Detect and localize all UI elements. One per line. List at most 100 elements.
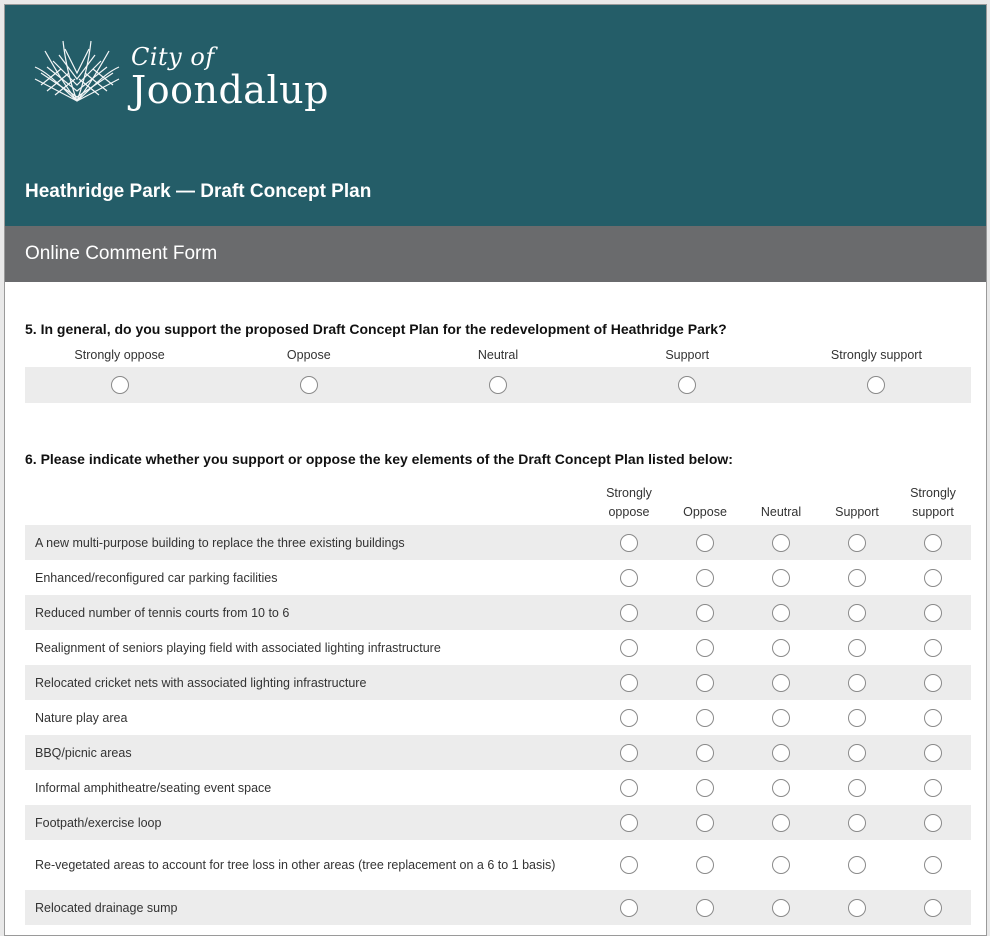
- q6-col-line2: oppose: [608, 505, 650, 519]
- q6-radio-strongly-oppose[interactable]: [620, 568, 638, 587]
- q6-radio-strongly-oppose[interactable]: [620, 708, 638, 727]
- q6-col-strongly-oppose: Strongly oppose: [591, 484, 667, 525]
- q5-label-support: Support: [665, 348, 710, 362]
- q6-radio-strongly-oppose[interactable]: [620, 533, 638, 552]
- row-label: Reduced number of tennis courts from 10 …: [35, 605, 290, 620]
- q6-radio-neutral[interactable]: [772, 603, 790, 622]
- q6-radio-oppose[interactable]: [696, 638, 714, 657]
- survey-page: City of Joondalup Heathridge Park — Draf…: [4, 4, 987, 936]
- q5-radio-strongly-oppose[interactable]: [110, 375, 129, 394]
- q6-col-neutral: Neutral: [743, 503, 819, 525]
- q6-radio-oppose[interactable]: [696, 568, 714, 587]
- q6-radio-oppose[interactable]: [696, 856, 714, 874]
- q6-col-line2: Support: [835, 505, 879, 519]
- q6-radio-support[interactable]: [848, 898, 866, 917]
- q6-col-line1: Strongly: [910, 486, 956, 500]
- logo-text: City of Joondalup: [131, 39, 329, 109]
- row-label: A new multi-purpose building to replace …: [35, 535, 405, 550]
- q6-radio-oppose[interactable]: [696, 898, 714, 917]
- row-label: Relocated drainage sump: [35, 900, 178, 915]
- q6-radio-neutral[interactable]: [772, 898, 790, 917]
- q5-radio-strongly-support[interactable]: [867, 375, 886, 394]
- q6-radio-neutral[interactable]: [772, 673, 790, 692]
- q6-radio-support[interactable]: [848, 638, 866, 657]
- q6-radio-neutral[interactable]: [772, 533, 790, 552]
- q6-col-strongly-support: Strongly support: [895, 484, 971, 525]
- logo-mark-icon: [34, 40, 120, 102]
- q6-radio-strongly-support[interactable]: [924, 568, 942, 587]
- q6-radio-strongly-oppose[interactable]: [620, 778, 638, 797]
- form-subtitle: Online Comment Form: [25, 243, 218, 264]
- question-5: 5. In general, do you support the propos…: [25, 321, 971, 403]
- q6-radio-support[interactable]: [848, 743, 866, 762]
- question-5-radio-row: [25, 367, 971, 403]
- q6-radio-support[interactable]: [848, 603, 866, 622]
- q6-col-line2: support: [912, 505, 954, 519]
- q6-radio-neutral[interactable]: [772, 568, 790, 587]
- q6-radio-strongly-oppose[interactable]: [620, 673, 638, 692]
- q6-radio-support[interactable]: [848, 778, 866, 797]
- q5-radio-neutral[interactable]: [489, 375, 507, 394]
- q6-radio-strongly-support[interactable]: [924, 603, 942, 622]
- q6-radio-support[interactable]: [848, 568, 866, 587]
- q6-radio-strongly-support[interactable]: [924, 856, 942, 874]
- q6-radio-support[interactable]: [848, 813, 866, 832]
- q6-radio-neutral[interactable]: [772, 743, 790, 762]
- row-label: Enhanced/reconfigured car parking facili…: [35, 570, 278, 585]
- q6-radio-strongly-support[interactable]: [924, 673, 942, 692]
- brand-header: City of Joondalup Heathridge Park — Draf…: [5, 5, 986, 226]
- q6-radio-oppose[interactable]: [696, 533, 714, 552]
- question-6-matrix: A new multi-purpose building to replace …: [25, 525, 971, 925]
- survey-title: Heathridge Park — Draft Concept Plan: [25, 181, 372, 202]
- q6-radio-support[interactable]: [848, 673, 866, 692]
- q6-radio-neutral[interactable]: [772, 638, 790, 657]
- q6-radio-neutral[interactable]: [772, 708, 790, 727]
- q6-radio-strongly-oppose[interactable]: [620, 638, 638, 657]
- q6-radio-oppose[interactable]: [696, 673, 714, 692]
- q6-radio-strongly-support[interactable]: [924, 813, 942, 832]
- q6-radio-strongly-support[interactable]: [924, 533, 942, 552]
- q6-radio-strongly-support[interactable]: [924, 898, 942, 917]
- question-6: 6. Please indicate whether you support o…: [25, 451, 971, 925]
- q6-radio-strongly-oppose[interactable]: [620, 856, 638, 874]
- q6-radio-support[interactable]: [848, 856, 866, 874]
- q6-radio-strongly-support[interactable]: [924, 638, 942, 657]
- q6-col-line2: Oppose: [683, 505, 727, 519]
- q6-radio-support[interactable]: [848, 533, 866, 552]
- q6-col-support: Support: [819, 503, 895, 525]
- q6-radio-strongly-support[interactable]: [924, 708, 942, 727]
- q5-label-oppose: Oppose: [286, 348, 331, 362]
- table-row: BBQ/picnic areas: [25, 735, 971, 770]
- q6-radio-oppose[interactable]: [696, 813, 714, 832]
- q6-radio-oppose[interactable]: [696, 778, 714, 797]
- q6-radio-support[interactable]: [848, 708, 866, 727]
- logo-line1: City of: [131, 43, 215, 71]
- q5-radio-oppose[interactable]: [299, 375, 318, 394]
- q6-radio-oppose[interactable]: [696, 603, 714, 622]
- q6-col-line1: Strongly: [606, 486, 652, 500]
- table-row: Reduced number of tennis courts from 10 …: [25, 595, 971, 630]
- city-logo: City of Joondalup: [31, 39, 329, 109]
- q6-radio-strongly-support[interactable]: [924, 778, 942, 797]
- q6-radio-oppose[interactable]: [696, 743, 714, 762]
- q6-radio-neutral[interactable]: [772, 813, 790, 832]
- question-5-option-labels: Strongly oppose Oppose Neutral Support S…: [25, 348, 971, 362]
- row-label: Relocated cricket nets with associated l…: [35, 675, 367, 690]
- q6-radio-strongly-oppose[interactable]: [620, 813, 638, 832]
- form-subtitle-bar: Online Comment Form: [5, 226, 986, 282]
- table-row: Relocated cricket nets with associated l…: [25, 665, 971, 700]
- q6-radio-neutral[interactable]: [772, 856, 790, 874]
- q6-radio-strongly-oppose[interactable]: [620, 898, 638, 917]
- question-6-title: 6. Please indicate whether you support o…: [25, 451, 733, 467]
- q6-radio-strongly-oppose[interactable]: [620, 603, 638, 622]
- q6-radio-neutral[interactable]: [772, 778, 790, 797]
- q6-radio-strongly-oppose[interactable]: [620, 743, 638, 762]
- table-row: Informal amphitheatre/seating event spac…: [25, 770, 971, 805]
- q6-radio-oppose[interactable]: [696, 708, 714, 727]
- q6-radio-strongly-support[interactable]: [924, 743, 942, 762]
- q5-radio-support[interactable]: [678, 375, 697, 394]
- q6-col-line2: Neutral: [760, 505, 802, 519]
- question-5-title: 5. In general, do you support the propos…: [25, 321, 727, 337]
- question-6-column-headers: Strongly oppose Oppose Neutral Support S…: [25, 477, 971, 525]
- table-row: Enhanced/reconfigured car parking facili…: [25, 560, 971, 595]
